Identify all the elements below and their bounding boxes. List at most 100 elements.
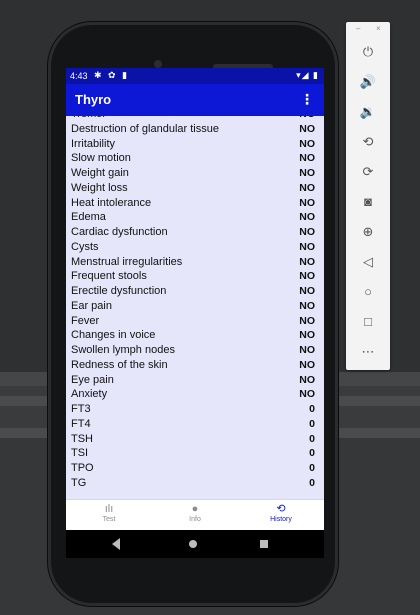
symptom-label: TPO bbox=[71, 462, 94, 474]
list-item: TG 0 bbox=[66, 476, 324, 491]
notification-icons: ✱ ✿ ▮ bbox=[94, 70, 130, 80]
rotate-right-icon[interactable]: ⟳ bbox=[346, 164, 390, 180]
list-item: Weight gain NO bbox=[66, 166, 324, 181]
front-camera bbox=[154, 60, 162, 68]
symptom-label: TG bbox=[71, 476, 87, 489]
back-icon[interactable]: ◁ bbox=[346, 254, 390, 270]
home-icon[interactable] bbox=[189, 540, 197, 548]
nav-tab-label: History bbox=[270, 516, 292, 523]
symptom-value: 0 bbox=[309, 447, 315, 460]
symptom-value: NO bbox=[299, 270, 315, 283]
signal-battery-icons: ▾◢ ▮ bbox=[296, 70, 319, 80]
list-item: Slow motion NO bbox=[66, 151, 324, 166]
symptom-value: NO bbox=[299, 373, 315, 386]
close-icon[interactable]: × bbox=[376, 24, 381, 33]
symptom-value: NO bbox=[299, 358, 315, 371]
bottom-navigation: ılı Test ● Info ⟲ History bbox=[66, 499, 324, 530]
list-item: Ear pain NO bbox=[66, 299, 324, 314]
list-item: Irritability NO bbox=[66, 137, 324, 152]
status-time: 4:43 bbox=[70, 71, 88, 81]
system-navigation-bar bbox=[66, 530, 324, 558]
symptom-value: NO bbox=[299, 116, 315, 120]
symptom-value: 0 bbox=[309, 432, 315, 445]
app-title: Thyro bbox=[75, 92, 112, 107]
symptom-value: NO bbox=[299, 314, 315, 327]
history-list[interactable]: Tremor NO Destruction of glandular tissue N… bbox=[66, 116, 324, 499]
volume-up-icon[interactable]: 🔊 bbox=[346, 74, 390, 90]
symptom-label: Anxiety bbox=[71, 388, 108, 401]
home-icon[interactable]: ○ bbox=[346, 284, 390, 300]
symptom-label: Weight loss bbox=[71, 181, 128, 194]
symptom-value: NO bbox=[299, 152, 315, 165]
history-icon: ⟲ bbox=[276, 503, 286, 515]
symptom-value: NO bbox=[299, 344, 315, 356]
back-icon[interactable] bbox=[112, 538, 120, 550]
symptom-label: Weight gain bbox=[71, 167, 129, 179]
list-item: Heat intolerance NO bbox=[66, 196, 324, 211]
more-icon[interactable]: ⋯ bbox=[346, 344, 390, 360]
info-icon: ● bbox=[191, 503, 199, 515]
symptom-value: NO bbox=[299, 137, 315, 150]
list-item: FT4 0 bbox=[66, 417, 324, 432]
camera-icon[interactable]: ◙ bbox=[346, 194, 390, 210]
list-item: Swollen lymph nodes NO bbox=[66, 343, 324, 358]
list-item: Fever NO bbox=[66, 314, 324, 329]
list-item: Edema NO bbox=[66, 210, 324, 225]
symptom-label: Tremor bbox=[71, 116, 106, 120]
symptom-label: Slow motion bbox=[71, 152, 131, 165]
symptom-value: NO bbox=[299, 299, 315, 312]
nav-tab-info[interactable]: ● Info bbox=[152, 503, 238, 523]
list-item: TSH 0 bbox=[66, 432, 324, 447]
symptom-value: NO bbox=[299, 329, 315, 342]
app-bar: Thyro ⋮ bbox=[66, 84, 324, 116]
volume-down-icon[interactable]: 🔉 bbox=[346, 104, 390, 120]
power-icon[interactable]: ⏻ bbox=[346, 44, 390, 60]
list-item: Cysts NO bbox=[66, 240, 324, 255]
list-item: Eye pain NO bbox=[66, 373, 324, 388]
nav-tab-test[interactable]: ılı Test bbox=[66, 503, 152, 523]
list-item: Destruction of glandular tissue NO bbox=[66, 122, 324, 137]
symptom-value: NO bbox=[299, 122, 315, 135]
symptom-value: NO bbox=[299, 196, 315, 209]
list-item: Menstrual irregularities NO bbox=[66, 255, 324, 270]
zoom-icon[interactable]: ⊕ bbox=[346, 224, 390, 240]
nav-tab-history[interactable]: ⟲ History bbox=[238, 503, 324, 523]
list-item: FT3 0 bbox=[66, 402, 324, 417]
symptom-label: Eye pain bbox=[71, 373, 114, 386]
symptom-label: FT3 bbox=[71, 403, 91, 415]
symptom-label: Frequent stools bbox=[71, 270, 147, 283]
list-item: Changes in voice NO bbox=[66, 328, 324, 343]
symptom-label: Edema bbox=[71, 211, 106, 224]
list-item: Frequent stools NO bbox=[66, 269, 324, 284]
list-item: Weight loss NO bbox=[66, 181, 324, 196]
rotate-left-icon[interactable]: ⟲ bbox=[346, 134, 390, 150]
symptom-value: NO bbox=[299, 240, 315, 253]
overflow-menu-icon[interactable]: ⋮ bbox=[300, 91, 314, 108]
symptom-value: NO bbox=[299, 285, 315, 297]
symptom-value: NO bbox=[299, 167, 315, 179]
list-item: Redness of the skin NO bbox=[66, 358, 324, 373]
minimize-icon[interactable]: – bbox=[356, 24, 360, 33]
bar-chart-icon: ılı bbox=[104, 503, 114, 515]
symptom-value: 0 bbox=[309, 462, 315, 474]
overview-icon[interactable]: □ bbox=[346, 314, 390, 330]
list-item: Erectile dysfunction NO bbox=[66, 284, 324, 299]
symptom-label: TSI bbox=[71, 447, 89, 460]
list-item: TSI 0 bbox=[66, 446, 324, 461]
symptom-label: Heat intolerance bbox=[71, 196, 152, 209]
nav-tab-label: Test bbox=[102, 516, 116, 523]
symptom-label: Cardiac dysfunction bbox=[71, 226, 168, 238]
symptom-value: 0 bbox=[309, 417, 315, 430]
emulator-tool-panel: – × ⏻ 🔊 🔉 ⟲ ⟳ ◙ ⊕ ◁ ○ □ ⋯ bbox=[346, 22, 390, 370]
symptom-value: NO bbox=[299, 226, 315, 238]
overview-icon[interactable] bbox=[260, 540, 268, 548]
symptom-label: Ear pain bbox=[71, 299, 112, 312]
symptom-value: NO bbox=[299, 181, 315, 194]
symptom-label: Swollen lymph nodes bbox=[71, 344, 175, 356]
symptom-label: TSH bbox=[71, 432, 93, 445]
symptom-label: Redness of the skin bbox=[71, 358, 168, 371]
symptom-label: Irritability bbox=[71, 137, 116, 150]
device-screen: 4:43 ✱ ✿ ▮ ▾◢ ▮ Thyro ⋮ TremorNODestruct… bbox=[66, 68, 324, 530]
symptom-label: Erectile dysfunction bbox=[71, 285, 167, 297]
symptom-label: Destruction of glandular tissue bbox=[71, 122, 219, 135]
